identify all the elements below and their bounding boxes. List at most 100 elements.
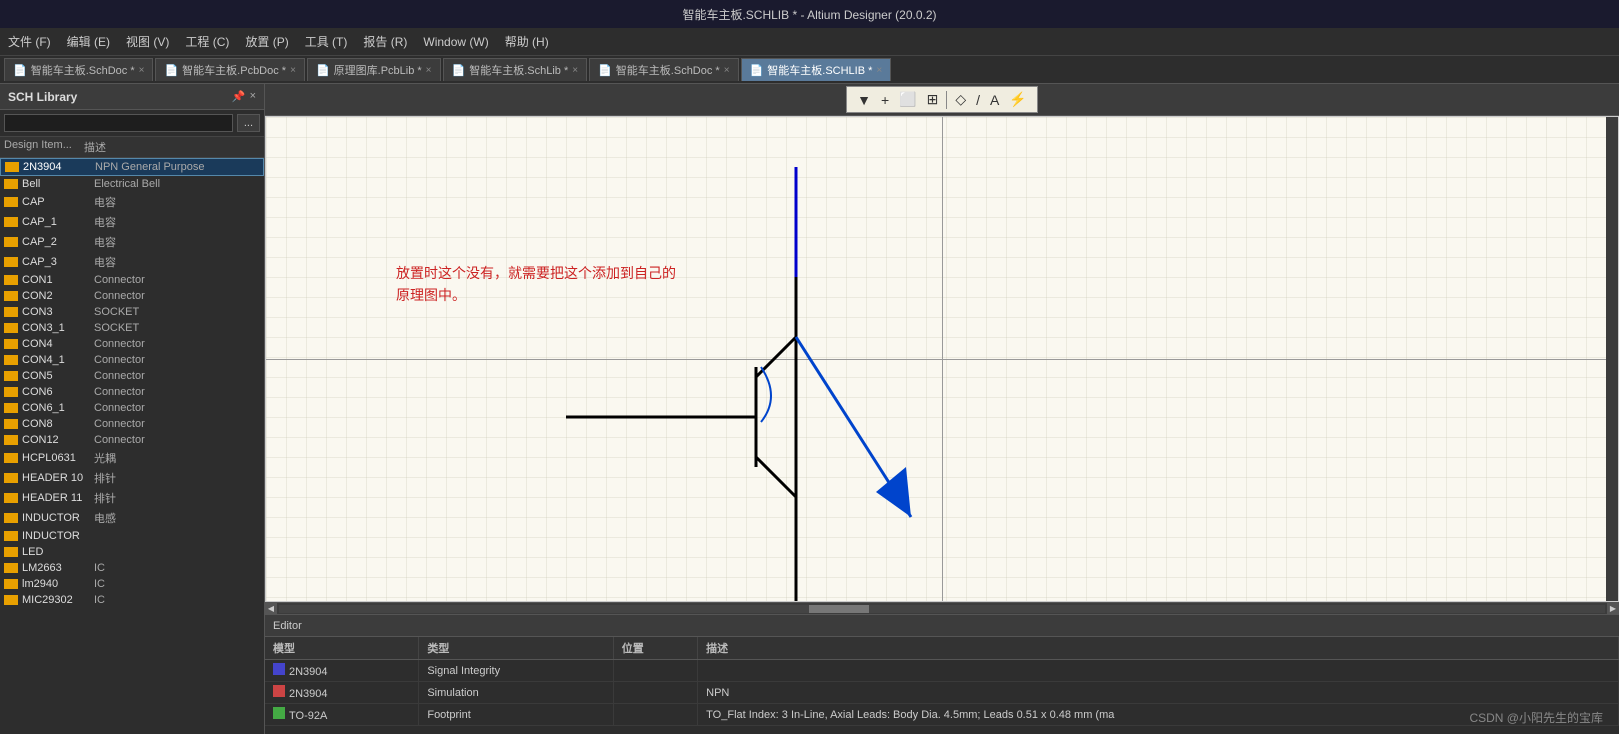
list-item[interactable]: HEADER 10排针 bbox=[0, 468, 264, 488]
list-item[interactable]: LED bbox=[0, 544, 264, 560]
tab-close-pcblib[interactable]: × bbox=[426, 65, 432, 76]
list-item[interactable]: CON8Connector bbox=[0, 416, 264, 432]
component-desc: SOCKET bbox=[94, 306, 260, 318]
menu-item-8[interactable]: 帮助 (H) bbox=[505, 33, 549, 50]
menu-item-7[interactable]: Window (W) bbox=[423, 35, 488, 49]
list-item[interactable]: CON4_1Connector bbox=[0, 352, 264, 368]
component-desc: NPN General Purpose bbox=[95, 161, 259, 173]
canvas-horizontal-scrollbar: ◀ ▶ bbox=[265, 602, 1619, 614]
tab-schdoc2[interactable]: 📄 智能车主板.SchDoc * × bbox=[589, 58, 738, 81]
list-item[interactable]: lm2940IC bbox=[0, 576, 264, 592]
sidebar-controls: 📌 × bbox=[232, 90, 256, 103]
menu-item-3[interactable]: 工程 (C) bbox=[185, 33, 229, 50]
toolbar-inner: ▼ + ⬜ ⊞ ◇ / A ⚡ bbox=[846, 86, 1038, 113]
list-item[interactable]: CAP_2电容 bbox=[0, 232, 264, 252]
editor-table-header: 模型 类型 位置 描述 bbox=[265, 637, 1619, 660]
menu-item-4[interactable]: 放置 (P) bbox=[245, 33, 288, 50]
add-button[interactable]: + bbox=[877, 90, 893, 110]
component-icon bbox=[4, 217, 18, 227]
menu-item-1[interactable]: 编辑 (E) bbox=[67, 33, 110, 50]
schematic-canvas[interactable]: 放置时这个没有，就需要把这个添加到自己的 原理图中。 bbox=[265, 116, 1619, 602]
editor-row[interactable]: 2N3904Signal Integrity bbox=[265, 660, 1619, 682]
search-button[interactable]: ... bbox=[237, 114, 260, 132]
tab-close-schlib1[interactable]: × bbox=[572, 65, 578, 76]
list-item[interactable]: CAP电容 bbox=[0, 192, 264, 212]
scroll-right-button[interactable]: ▶ bbox=[1607, 603, 1619, 615]
list-item[interactable]: CON12Connector bbox=[0, 432, 264, 448]
tab-close-schlib2[interactable]: × bbox=[876, 65, 882, 76]
tab-label: 智能车主板.SchDoc * bbox=[31, 62, 135, 78]
box-button[interactable]: ⬜ bbox=[895, 89, 920, 110]
component-icon bbox=[4, 563, 18, 573]
model-type-icon bbox=[273, 685, 285, 697]
scroll-track[interactable] bbox=[279, 605, 1605, 613]
tab-schlib2[interactable]: 📄 智能车主板.SCHLIB * × bbox=[741, 58, 892, 81]
tab-pcbdoc[interactable]: 📄 智能车主板.PcbDoc * × bbox=[155, 58, 304, 81]
list-item[interactable]: CAP_1电容 bbox=[0, 212, 264, 232]
text-button[interactable]: A bbox=[986, 90, 1003, 110]
menu-item-6[interactable]: 报告 (R) bbox=[363, 33, 407, 50]
list-item[interactable]: 2N3904NPN General Purpose bbox=[0, 158, 264, 176]
tab-icon: 📄 bbox=[750, 64, 764, 77]
tab-bar: 📄 智能车主板.SchDoc * × 📄 智能车主板.PcbDoc * × 📄 … bbox=[0, 56, 1619, 84]
component-name: CAP_1 bbox=[22, 216, 94, 228]
list-item[interactable]: CON4Connector bbox=[0, 336, 264, 352]
search-input[interactable] bbox=[4, 114, 233, 132]
component-desc: 电容 bbox=[94, 214, 260, 230]
list-item[interactable]: CON6_1Connector bbox=[0, 400, 264, 416]
tab-close-schdoc2[interactable]: × bbox=[724, 65, 730, 76]
component-desc: Connector bbox=[94, 370, 260, 382]
list-item[interactable]: HEADER 11排针 bbox=[0, 488, 264, 508]
menu-item-5[interactable]: 工具 (T) bbox=[305, 33, 348, 50]
list-item[interactable]: INDUCTOR bbox=[0, 528, 264, 544]
tab-close-schdoc1[interactable]: × bbox=[139, 65, 145, 76]
menu-item-0[interactable]: 文件 (F) bbox=[8, 33, 51, 50]
tab-pcblib[interactable]: 📄 原理图库.PcbLib * × bbox=[307, 58, 441, 81]
list-item[interactable]: CON5Connector bbox=[0, 368, 264, 384]
component-icon bbox=[4, 179, 18, 189]
power-button[interactable]: ⚡ bbox=[1005, 89, 1030, 110]
component-name: Bell bbox=[22, 178, 94, 190]
component-desc: 排针 bbox=[94, 490, 260, 506]
component-icon bbox=[4, 547, 18, 557]
menu-item-2[interactable]: 视图 (V) bbox=[126, 33, 169, 50]
close-sidebar-icon[interactable]: × bbox=[250, 90, 256, 103]
editor-location bbox=[613, 704, 697, 726]
pin-icon[interactable]: 📌 bbox=[232, 90, 246, 103]
tab-close-pcbdoc[interactable]: × bbox=[290, 65, 296, 76]
list-item[interactable]: LM2663IC bbox=[0, 560, 264, 576]
list-item[interactable]: CON3SOCKET bbox=[0, 304, 264, 320]
canvas-vertical-scrollbar[interactable] bbox=[1606, 117, 1618, 601]
tab-schdoc1[interactable]: 📄 智能车主板.SchDoc * × bbox=[4, 58, 153, 81]
list-item[interactable]: CAP_3电容 bbox=[0, 252, 264, 272]
component-desc: 电容 bbox=[94, 234, 260, 250]
component-name: lm2940 bbox=[22, 578, 94, 590]
line-button[interactable]: / bbox=[972, 90, 984, 110]
editor-desc bbox=[698, 660, 1619, 682]
component-name: CON8 bbox=[22, 418, 94, 430]
tab-schlib1[interactable]: 📄 智能车主板.SchLib * × bbox=[443, 58, 588, 81]
component-name: CAP_3 bbox=[22, 256, 94, 268]
list-item[interactable]: CON3_1SOCKET bbox=[0, 320, 264, 336]
list-item[interactable]: BellElectrical Bell bbox=[0, 176, 264, 192]
component-name: LM2663 bbox=[22, 562, 94, 574]
component-icon bbox=[5, 162, 19, 172]
component-icon bbox=[4, 323, 18, 333]
component-icon bbox=[4, 197, 18, 207]
editor-row[interactable]: 2N3904SimulationNPN bbox=[265, 682, 1619, 704]
polygon-button[interactable]: ◇ bbox=[951, 89, 970, 110]
list-item[interactable]: CON6Connector bbox=[0, 384, 264, 400]
list-item[interactable]: INDUCTOR电感 bbox=[0, 508, 264, 528]
list-item[interactable]: MIC29302IC bbox=[0, 592, 264, 608]
component-desc: 排针 bbox=[94, 470, 260, 486]
toolbar-separator bbox=[946, 91, 947, 109]
list-item[interactable]: CON1Connector bbox=[0, 272, 264, 288]
component-list[interactable]: 2N3904NPN General PurposeBellElectrical … bbox=[0, 158, 264, 734]
scroll-thumb[interactable] bbox=[809, 605, 869, 613]
scroll-left-button[interactable]: ◀ bbox=[265, 603, 277, 615]
editor-row[interactable]: TO-92AFootprintTO_Flat Index: 3 In-Line,… bbox=[265, 704, 1619, 726]
list-item[interactable]: CON2Connector bbox=[0, 288, 264, 304]
move-button[interactable]: ⊞ bbox=[923, 89, 943, 110]
filter-button[interactable]: ▼ bbox=[853, 90, 875, 110]
list-item[interactable]: HCPL0631光耦 bbox=[0, 448, 264, 468]
